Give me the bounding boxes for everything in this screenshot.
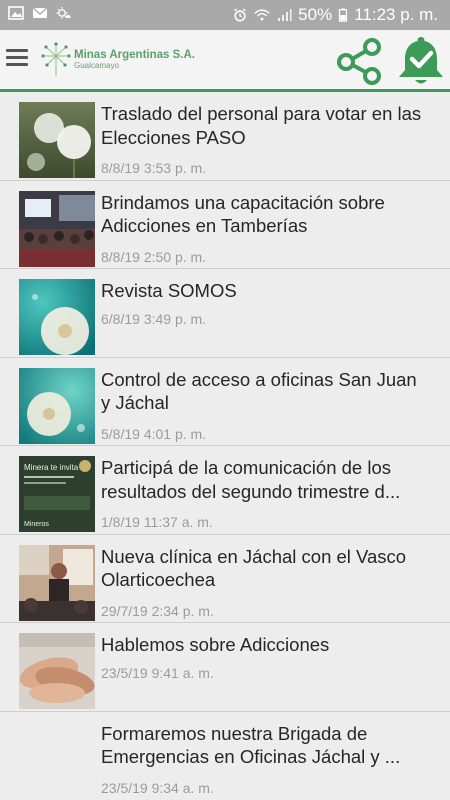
battery-percent: 50% xyxy=(298,5,333,24)
news-title: Hablemos sobre Adicciones xyxy=(101,634,330,655)
notification-icons xyxy=(8,6,72,20)
logo-subtitle: Gualcamayo xyxy=(74,61,119,71)
dandelion-teal-icon xyxy=(19,279,95,355)
news-title: Revista SOMOS xyxy=(101,280,237,301)
invitation-flyer-icon: Minera te invita Mineros xyxy=(19,456,95,532)
dandelion-icon xyxy=(19,102,95,178)
news-item[interactable]: Traslado del personal para votar en las … xyxy=(0,92,450,181)
hands-photo-icon xyxy=(19,633,95,709)
signal-icon xyxy=(278,9,292,21)
news-item[interactable]: Formaremos nuestra Brigada de Emergencia… xyxy=(0,712,450,800)
news-title: Nueva clínica en Jáchal con el Vasco Ola… xyxy=(101,545,407,591)
news-title: Participá de la comunicación de los resu… xyxy=(101,457,401,502)
battery-icon xyxy=(339,8,348,22)
training-photo-icon xyxy=(19,190,95,267)
news-item[interactable]: Hablemos sobre Adicciones 23/5/19 9:41 a… xyxy=(0,623,450,712)
status-bar: 50% 11:23 p. m. xyxy=(0,0,450,30)
dandelion-logo-icon xyxy=(41,42,71,76)
news-list: Traslado del personal para votar en las … xyxy=(0,92,450,800)
news-item[interactable]: Brindamos una capacitación sobre Adiccio… xyxy=(0,181,450,269)
share-icon xyxy=(337,38,381,85)
share-button[interactable] xyxy=(334,36,384,86)
speaker-photo-icon xyxy=(19,544,95,621)
bell-check-icon xyxy=(399,37,443,84)
news-date: 5/8/19 4:01 p. m. xyxy=(101,425,207,442)
image-icon xyxy=(8,6,24,20)
news-date: 8/8/19 3:53 p. m. xyxy=(101,160,207,176)
news-item[interactable]: Revista SOMOS 6/8/19 3:49 p. m. xyxy=(0,269,450,358)
system-status: 50% 11:23 p. m. xyxy=(232,5,438,25)
news-date: 29/7/19 2:34 p. m. xyxy=(101,602,214,619)
news-date: 23/5/19 9:34 a. m. xyxy=(101,779,214,796)
notifications-button[interactable] xyxy=(394,34,448,88)
news-date: 1/8/19 11:37 a. m. xyxy=(101,514,213,530)
news-item[interactable]: Minera te invita Mineros Participá de la… xyxy=(0,446,450,535)
mail-icon xyxy=(32,7,48,18)
app-bar: Minas Argentinas S.A. Gualcamayo xyxy=(0,30,450,92)
news-title: Brindamos una capacitación sobre Adiccio… xyxy=(101,191,385,237)
dandelion-teal-icon xyxy=(19,367,95,444)
news-date: 8/8/19 2:50 p. m. xyxy=(101,248,207,265)
news-item[interactable]: Nueva clínica en Jáchal con el Vasco Ola… xyxy=(0,535,450,623)
news-date: 6/8/19 3:49 p. m. xyxy=(101,311,207,327)
news-title: Formaremos nuestra Brigada de Emergencia… xyxy=(101,722,401,768)
company-logo: Minas Argentinas S.A. Gualcamayo xyxy=(40,40,195,80)
news-title: Control de acceso a oficinas San Juan y … xyxy=(101,368,417,414)
news-title: Traslado del personal para votar en las … xyxy=(101,103,422,148)
clock: 11:23 p. m. xyxy=(354,5,438,24)
news-date: 23/5/19 9:41 a. m. xyxy=(101,665,214,681)
flyer-heading: Minera te invita xyxy=(24,463,79,472)
wifi-icon xyxy=(254,9,270,21)
logo-name: Minas Argentinas S.A. xyxy=(74,48,195,61)
flyer-brand: Mineros xyxy=(24,521,49,528)
weather-icon xyxy=(56,7,71,19)
news-item[interactable]: Control de acceso a oficinas San Juan y … xyxy=(0,358,450,446)
menu-icon[interactable] xyxy=(6,46,28,72)
alarm-icon xyxy=(234,8,246,22)
